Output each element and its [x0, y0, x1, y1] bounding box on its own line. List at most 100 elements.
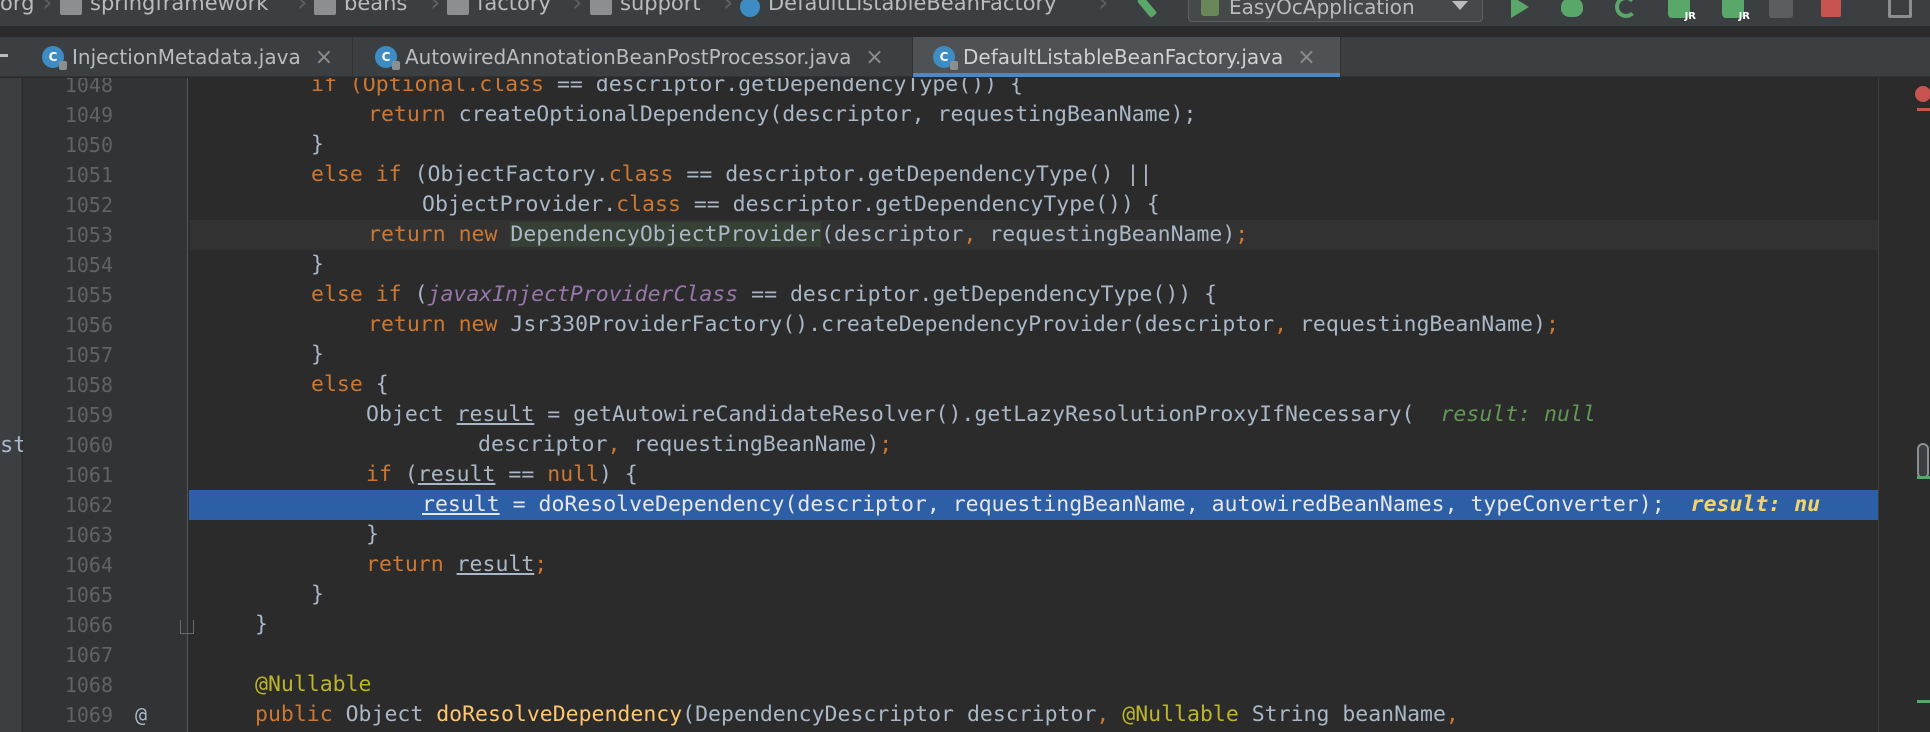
- code-token: class: [479, 78, 545, 97]
- line-number: 1061: [64, 463, 113, 487]
- code-token: ,: [1096, 702, 1123, 727]
- code-token: ;: [1235, 222, 1249, 247]
- line-number: 1069: [64, 703, 113, 727]
- chevron-down-icon: [1452, 1, 1468, 10]
- jrebel-label: JR: [1738, 11, 1750, 22]
- code-token: }: [255, 612, 268, 637]
- code-token: ,: [1445, 702, 1459, 727]
- stop-button[interactable]: [1816, 0, 1846, 20]
- jrebel-debug-icon: JR: [1722, 0, 1750, 22]
- spring-boot-icon: [1201, 0, 1219, 16]
- close-icon[interactable]: ×: [315, 45, 333, 70]
- breadcrumb-separator: ›: [1098, 0, 1109, 18]
- tab-overflow-icon[interactable]: [0, 54, 8, 57]
- code-token: ) {: [599, 462, 638, 487]
- code-line-1063: }: [189, 520, 379, 550]
- scrollbar-thumb[interactable]: [1917, 443, 1929, 479]
- code-line-1062-execution-point: result = doResolveDependency(descriptor,…: [189, 490, 1930, 520]
- code-token: (ObjectFactory.: [414, 162, 609, 187]
- code-token: }: [311, 582, 324, 607]
- run-configuration-selector[interactable]: EasyOcApplication: [1188, 0, 1483, 22]
- breadcrumb-separator: ›: [430, 0, 441, 18]
- code-line-1048: if (Optional.class == descriptor.getDepe…: [189, 78, 1023, 100]
- code-token: ==: [495, 462, 548, 487]
- tab-default-listable-bean-factory[interactable]: C DefaultListableBeanFactory.java ×: [913, 37, 1341, 77]
- code-token: (DependencyDescriptor descriptor: [682, 702, 1097, 727]
- inline-debug-value: result: null: [1440, 402, 1596, 427]
- line-number: 1059: [64, 403, 113, 427]
- code-token: return: [368, 102, 459, 127]
- code-token: result: [417, 462, 496, 487]
- code-token: requestingBeanName): [976, 222, 1236, 247]
- code-token: }: [311, 252, 324, 277]
- code-token: Jsr330ProviderFactory().createDependency…: [510, 312, 1275, 337]
- error-indicator-icon[interactable]: [1915, 86, 1930, 102]
- error-stripe[interactable]: [1878, 78, 1930, 732]
- tab-autowired-annotation-bpp[interactable]: C AutowiredAnnotationBeanPostProcessor.j…: [353, 37, 913, 77]
- close-icon[interactable]: ×: [865, 45, 883, 70]
- breadcrumb-class[interactable]: DefaultListableBeanFactory: [740, 0, 1057, 17]
- code-token: }: [366, 522, 379, 547]
- code-token: ,: [1274, 312, 1288, 337]
- code-token: class: [616, 192, 681, 217]
- breadcrumb-org[interactable]: org: [0, 0, 34, 16]
- layout-button[interactable]: [1885, 0, 1915, 20]
- jrebel-label: JR: [1684, 11, 1696, 22]
- code-token: @Nullable: [1122, 702, 1252, 727]
- code-token: (: [404, 462, 418, 487]
- folder-icon: [447, 0, 469, 15]
- code-line-1054: }: [189, 250, 324, 280]
- code-line-1049: return createOptionalDependency(descript…: [189, 100, 1196, 130]
- attach-button[interactable]: [1766, 0, 1796, 20]
- line-number: 1060: [64, 433, 113, 457]
- code-token: null: [547, 462, 600, 487]
- breadcrumb-separator: ›: [297, 0, 308, 18]
- breadcrumb-beans[interactable]: beans: [314, 0, 407, 16]
- close-icon[interactable]: ×: [1297, 45, 1315, 70]
- code-token: result: [456, 402, 535, 427]
- code-line-1050: }: [189, 130, 324, 160]
- code-token: Object: [345, 702, 437, 727]
- breadcrumb-springframework[interactable]: springframework: [60, 0, 268, 16]
- change-mark[interactable]: [1917, 700, 1930, 703]
- code-token: ObjectProvider.: [422, 192, 617, 217]
- line-number: 1050: [64, 133, 113, 157]
- breadcrumb-factory[interactable]: factory: [447, 0, 551, 16]
- jrebel-run-button[interactable]: JR: [1664, 0, 1696, 22]
- code-line-1069: public Object doResolveDependency(Depend…: [189, 700, 1459, 730]
- coverage-icon: [1615, 0, 1637, 18]
- code-token: return: [366, 552, 457, 577]
- code-token: == descriptor.getDependencyType()) {: [680, 192, 1160, 217]
- build-button[interactable]: [1132, 0, 1162, 20]
- debug-button[interactable]: [1557, 0, 1587, 20]
- code-token: else if: [311, 162, 415, 187]
- code-token: createOptionalDependency(descriptor, req…: [458, 102, 1197, 127]
- tab-label: AutowiredAnnotationBeanPostProcessor.jav…: [405, 45, 852, 69]
- tab-injection-metadata[interactable]: C InjectionMetadata.java ×: [30, 37, 353, 77]
- code-token: javaxInjectProviderClass: [427, 282, 739, 307]
- run-button[interactable]: [1505, 0, 1535, 20]
- code-editor[interactable]: str 1048 1049 1050 1051 1052 1053 1054 1…: [0, 78, 1930, 732]
- line-number-gutter[interactable]: 1048 1049 1050 1051 1052 1053 1054 1055 …: [23, 78, 188, 732]
- override-marker-icon[interactable]: @: [135, 700, 147, 730]
- change-mark[interactable]: [1917, 476, 1930, 479]
- error-mark[interactable]: [1917, 108, 1930, 111]
- code-token: else: [311, 372, 376, 397]
- line-number: 1051: [64, 163, 113, 187]
- coverage-button[interactable]: [1611, 0, 1641, 20]
- code-token: == descriptor.getDependencyType()) {: [738, 282, 1218, 307]
- line-number: 1049: [64, 103, 113, 127]
- code-line-1055: else if (javaxInjectProviderClass == des…: [189, 280, 1217, 310]
- jrebel-debug-button[interactable]: JR: [1718, 0, 1750, 22]
- breadcrumb-support[interactable]: support: [590, 0, 701, 16]
- run-icon: [1511, 0, 1529, 18]
- code-line-1053: return new DependencyObjectProvider(desc…: [189, 220, 1879, 250]
- structure-tool-strip[interactable]: str: [0, 78, 40, 732]
- line-number: 1063: [64, 523, 113, 547]
- code-token: ;: [879, 432, 893, 457]
- code-token: ;: [534, 552, 548, 577]
- code-token: ,: [963, 222, 977, 247]
- folder-icon: [590, 0, 612, 15]
- breadcrumb-label: beans: [344, 0, 408, 15]
- code-token: if (Optional.: [311, 78, 480, 97]
